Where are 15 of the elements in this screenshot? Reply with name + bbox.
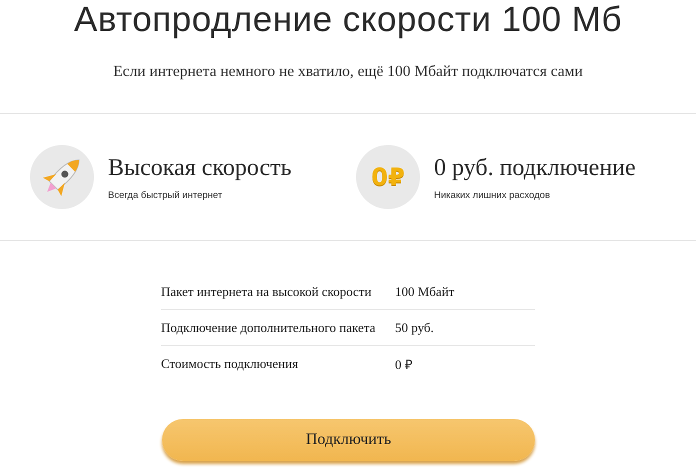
feature-title: Высокая скорость [108,154,292,182]
row-label: Пакет интернета на высокой скорости [161,284,372,300]
row-value: 100 Мбайт [395,284,454,300]
coin-icon: 0₽ [356,145,420,209]
feature-caption: Никаких лишних расходов [434,190,551,200]
connect-button[interactable]: Подключить [162,419,535,461]
page-title: Автопродление скорости 100 Мб [73,0,623,41]
row-label: Подключение дополнительного пакета [161,320,376,336]
row-value: 0 ₽ [395,356,413,372]
feature-title: 0 руб. подключение [434,154,636,182]
rocket-icon [30,145,94,209]
feature-caption: Всегда быстрый интернет [108,190,224,200]
subtitle: Если интернета немного не хватило, ещё 100 Мбайт подключатся сами [112,62,584,82]
row-label: Стоимость подключения [161,356,300,372]
row-value: 50 руб. [395,320,434,336]
